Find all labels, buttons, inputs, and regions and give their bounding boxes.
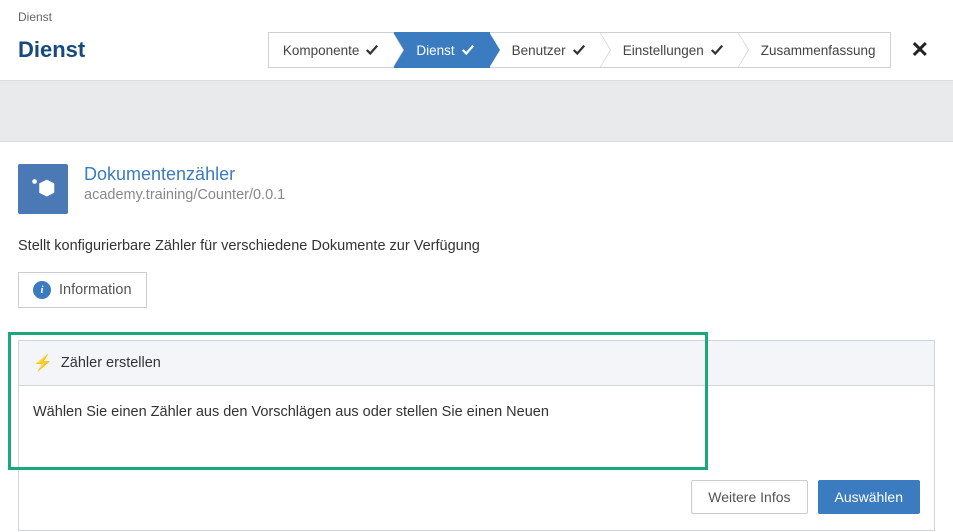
wizard-step-1[interactable]: Dienst bbox=[394, 32, 489, 68]
check-icon bbox=[572, 43, 586, 57]
information-button[interactable]: i Information bbox=[18, 272, 147, 308]
action-card: ⚡ Zähler erstellen Wählen Sie einen Zähl… bbox=[18, 340, 935, 531]
action-card-body: Wählen Sie einen Zähler aus den Vorschlä… bbox=[19, 386, 934, 480]
info-icon: i bbox=[33, 281, 51, 299]
more-info-button[interactable]: Weitere Infos bbox=[691, 480, 807, 514]
module-icon bbox=[18, 164, 68, 214]
wizard-step-2[interactable]: Benutzer bbox=[490, 32, 601, 68]
hexagon-icon bbox=[28, 174, 58, 204]
bolt-icon: ⚡ bbox=[33, 353, 53, 373]
wizard-step-label: Komponente bbox=[283, 43, 360, 58]
module-header: Dokumentenzähler academy.training/Counte… bbox=[18, 164, 935, 214]
wizard-step-label: Dienst bbox=[416, 43, 454, 58]
header-placeholder-bar bbox=[0, 80, 953, 142]
page-title: Dienst bbox=[18, 37, 85, 63]
wizard-step-4[interactable]: Zusammenfassung bbox=[739, 32, 891, 68]
check-icon bbox=[710, 43, 724, 57]
wizard-step-label: Benutzer bbox=[512, 43, 566, 58]
select-button[interactable]: Auswählen bbox=[818, 480, 921, 514]
action-card-header[interactable]: ⚡ Zähler erstellen bbox=[19, 341, 934, 386]
action-card-title: Zähler erstellen bbox=[61, 355, 161, 371]
wizard-step-3[interactable]: Einstellungen bbox=[601, 32, 739, 68]
module-description: Stellt konfigurierbare Zähler für versch… bbox=[18, 238, 935, 254]
information-button-label: Information bbox=[59, 282, 132, 298]
wizard-step-label: Einstellungen bbox=[623, 43, 704, 58]
wizard-steps: Komponente Dienst Benutzer Einstellungen Zus… bbox=[268, 32, 891, 68]
wizard-step-label: Zusammenfassung bbox=[761, 43, 876, 58]
breadcrumb: Dienst bbox=[0, 0, 953, 24]
close-button[interactable]: ✕ bbox=[905, 35, 935, 65]
header-row: Dienst Komponente Dienst Benutzer Einstellu… bbox=[0, 24, 953, 80]
module-path: academy.training/Counter/0.0.1 bbox=[84, 187, 285, 203]
action-card-footer: Weitere Infos Auswählen bbox=[19, 480, 934, 530]
check-icon bbox=[365, 43, 379, 57]
check-icon bbox=[461, 43, 475, 57]
module-title[interactable]: Dokumentenzähler bbox=[84, 164, 285, 185]
wizard-step-0[interactable]: Komponente bbox=[268, 32, 395, 68]
